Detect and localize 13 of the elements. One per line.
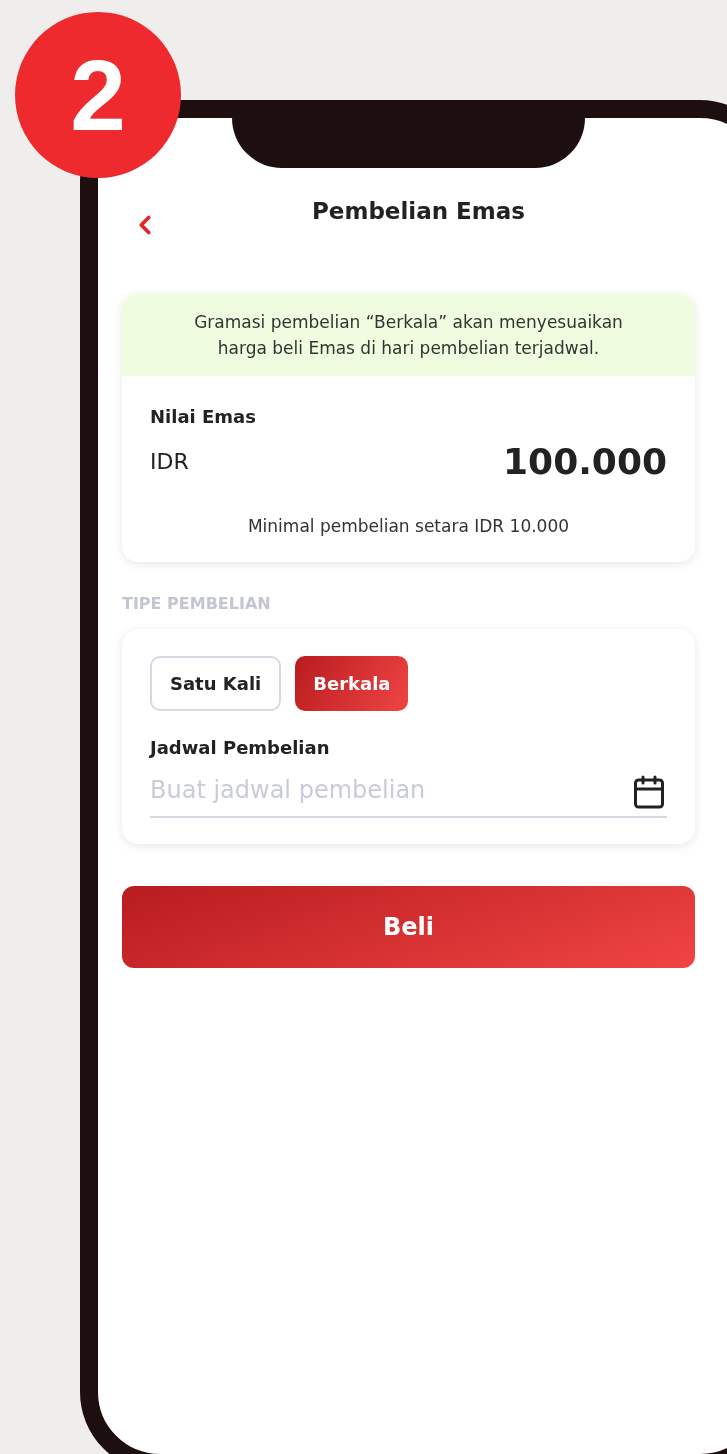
page-title: Pembelian Emas (311, 198, 525, 226)
field-label: Nilai Emas (150, 406, 257, 427)
section-heading: TIPE PEMBELIAN (122, 594, 272, 613)
field-label: Jadwal Pembelian (150, 737, 331, 758)
option-toggle[interactable]: Satu Kali (150, 656, 282, 711)
minimum-note: Minimal pembelian setara IDR 10.000 (246, 516, 571, 536)
buy-button[interactable]: Beli (122, 886, 695, 968)
amount-value: 100.000 (503, 441, 667, 482)
info-notice: Gramasi pembelian “Berkala” akan menyesuaikan harga beli Emas di hari pembelian terjadwal. (122, 294, 695, 376)
currency-label: IDR (150, 449, 189, 474)
step-number-badge: 2 (15, 12, 181, 178)
calendar-icon[interactable] (631, 774, 667, 810)
option-toggle[interactable]: Berkala (295, 656, 409, 711)
